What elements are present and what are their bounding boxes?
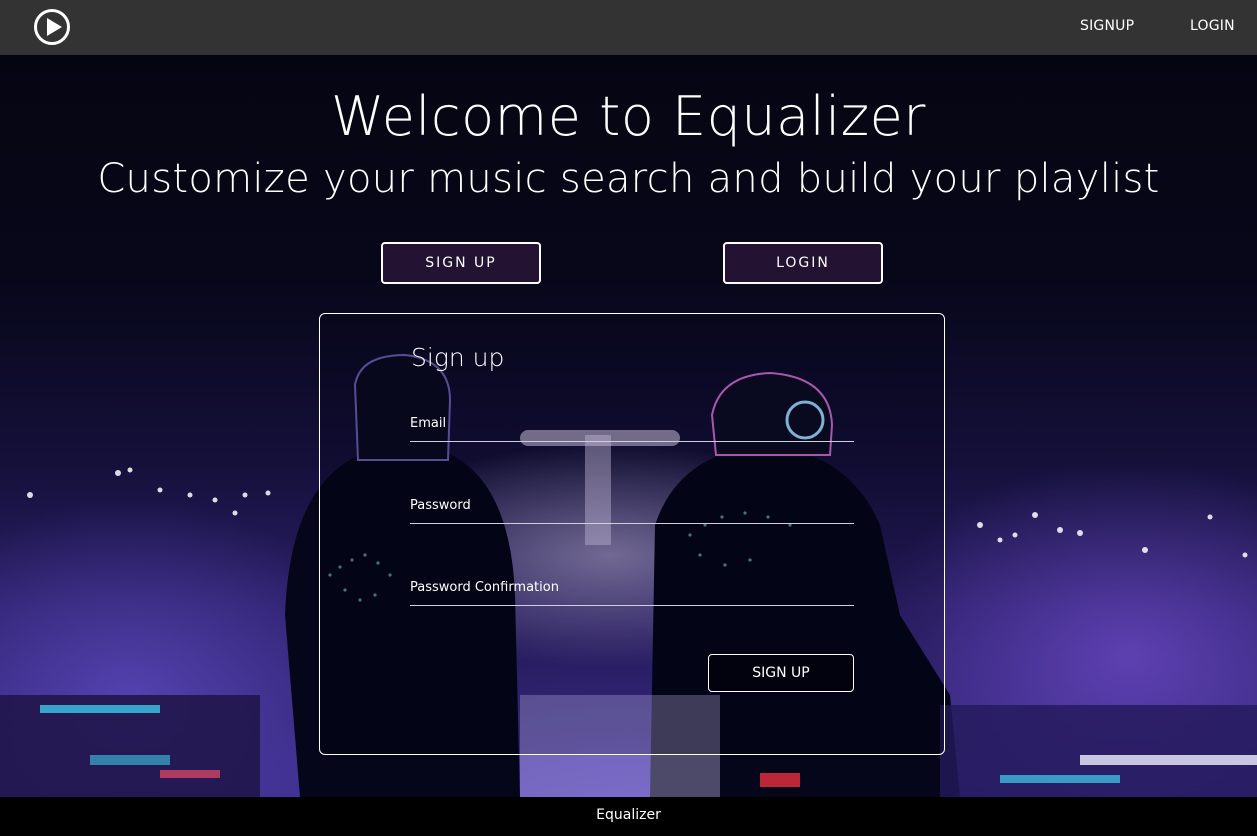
email-field[interactable] xyxy=(410,420,854,442)
page-title: Welcome to Equalizer xyxy=(330,85,927,148)
play-circle-icon[interactable] xyxy=(33,8,71,46)
password-field[interactable] xyxy=(410,502,854,524)
page-subtitle: Customize your music search and build yo… xyxy=(97,156,1160,202)
nav-login-link[interactable]: LOGIN xyxy=(1190,18,1235,34)
footer: Equalizer xyxy=(0,797,1257,836)
signup-form-title: Sign up xyxy=(411,343,505,372)
hero-login-button[interactable]: LOGIN xyxy=(723,242,883,284)
password-confirmation-field[interactable] xyxy=(410,584,854,606)
nav-signup-link[interactable]: SIGNUP xyxy=(1080,18,1134,34)
signup-submit-button[interactable]: SIGN UP xyxy=(708,654,854,692)
hero-signup-button[interactable]: SIGN UP xyxy=(381,242,541,284)
top-navbar: SIGNUP LOGIN xyxy=(0,0,1257,55)
footer-text: Equalizer xyxy=(596,807,661,823)
